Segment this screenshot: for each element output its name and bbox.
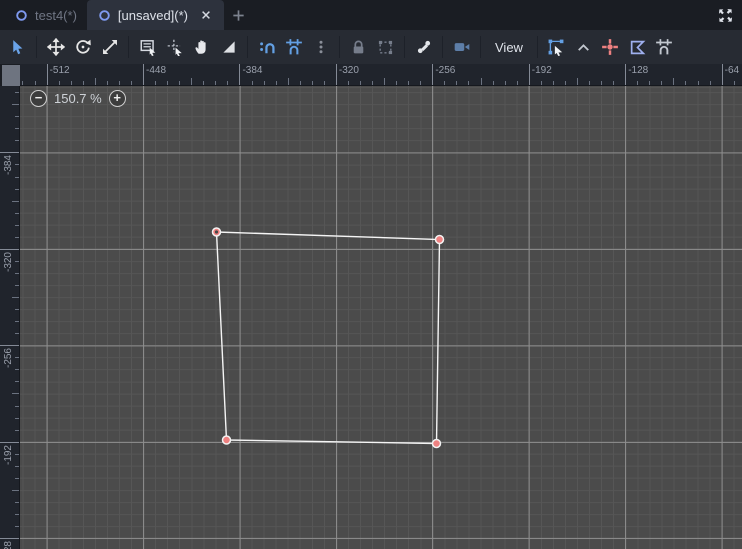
grid-snap-icon[interactable] xyxy=(280,34,307,60)
close-tab-icon[interactable] xyxy=(198,7,214,23)
toolbar-separator xyxy=(536,36,538,58)
horizontal-ruler[interactable]: -512 -448 -384 -320 -256 -192 -128 -64 xyxy=(20,64,742,86)
position-select-tool-icon[interactable] xyxy=(161,34,188,60)
zoom-level: 150.7 % xyxy=(54,91,102,106)
zoom-out-button[interactable]: − xyxy=(30,90,47,107)
ruler-label: -448 xyxy=(146,65,167,76)
toolbar-separator xyxy=(339,36,340,58)
selected-vertex-dot xyxy=(214,230,219,234)
smart-snap-icon[interactable] xyxy=(253,34,280,60)
scene-tab-bar: test4(*) [unsaved](*) xyxy=(0,0,742,30)
tab-label: [unsaved](*) xyxy=(117,7,188,23)
zoom-controls: − 150.7 % + xyxy=(30,90,126,107)
select-tool-icon[interactable] xyxy=(4,34,31,60)
toolbar-separator xyxy=(128,36,129,58)
ruler-label: -192 xyxy=(531,65,552,76)
ruler-label: -320 xyxy=(338,65,359,76)
snap-settings-icon[interactable] xyxy=(651,34,678,60)
ruler-label: -192 xyxy=(3,444,14,465)
polygon-vertex-handle[interactable] xyxy=(221,435,232,445)
viewport-canvas[interactable]: − 150.7 % + xyxy=(20,86,742,549)
ruler-label: -256 xyxy=(3,348,14,369)
tab-test4[interactable]: test4(*) xyxy=(4,0,87,30)
move-tool-icon[interactable] xyxy=(42,34,69,60)
add-scene-tab-button[interactable] xyxy=(224,0,252,30)
tab-label: test4(*) xyxy=(35,7,77,23)
editor-window: test4(*) [unsaved](*) View -512 -448 -38… xyxy=(0,0,742,549)
ruler-tool-icon[interactable] xyxy=(215,34,242,60)
pivot-marker-icon[interactable] xyxy=(597,34,624,60)
toolbar-separator xyxy=(480,36,481,58)
group-icon[interactable] xyxy=(372,34,399,60)
toolbar-separator xyxy=(404,36,405,58)
ruler-label: -384 xyxy=(242,65,263,76)
node-circle-icon xyxy=(97,8,112,23)
bone-icon[interactable] xyxy=(410,34,437,60)
ruler-label: -128 xyxy=(628,65,649,76)
pan-tool-icon[interactable] xyxy=(188,34,215,60)
rotate-tool-icon[interactable] xyxy=(69,34,96,60)
toolbar-separator xyxy=(247,36,248,58)
ruler-label: -128 xyxy=(3,541,14,549)
ruler-label: -256 xyxy=(435,65,456,76)
ruler-label: -320 xyxy=(3,251,14,272)
edited-polygon[interactable] xyxy=(20,86,742,549)
chevron-up-icon[interactable] xyxy=(570,34,597,60)
lock-icon[interactable] xyxy=(345,34,372,60)
list-select-tool-icon[interactable] xyxy=(134,34,161,60)
toolbar-separator xyxy=(36,36,37,58)
polygon-vertex-handle[interactable] xyxy=(434,234,445,245)
polygon-vertex-handle[interactable] xyxy=(431,438,442,449)
ruler-label: -512 xyxy=(49,65,70,76)
view-menu-button[interactable]: View xyxy=(486,34,532,60)
toolbar-separator xyxy=(442,36,443,58)
tab-unsaved[interactable]: [unsaved](*) xyxy=(86,0,224,30)
edit-points-icon[interactable] xyxy=(543,34,570,60)
polygon-edit-icon[interactable] xyxy=(624,34,651,60)
expand-icon[interactable] xyxy=(708,0,742,30)
zoom-in-button[interactable]: + xyxy=(108,90,126,107)
canvas-toolbar: View xyxy=(0,30,742,64)
polygon-edge[interactable] xyxy=(215,231,441,445)
scale-tool-icon[interactable] xyxy=(96,34,123,60)
camera-override-icon[interactable] xyxy=(448,34,475,60)
snap-options-icon[interactable] xyxy=(307,34,334,60)
ruler-label: -384 xyxy=(3,155,14,176)
tabbar-spacer xyxy=(252,0,708,30)
ruler-corner xyxy=(2,65,20,86)
ruler-label: -64 xyxy=(724,65,740,76)
vertical-ruler[interactable]: -384 -320 -256 -192 -128 xyxy=(0,86,20,549)
node-circle-icon xyxy=(14,8,29,23)
